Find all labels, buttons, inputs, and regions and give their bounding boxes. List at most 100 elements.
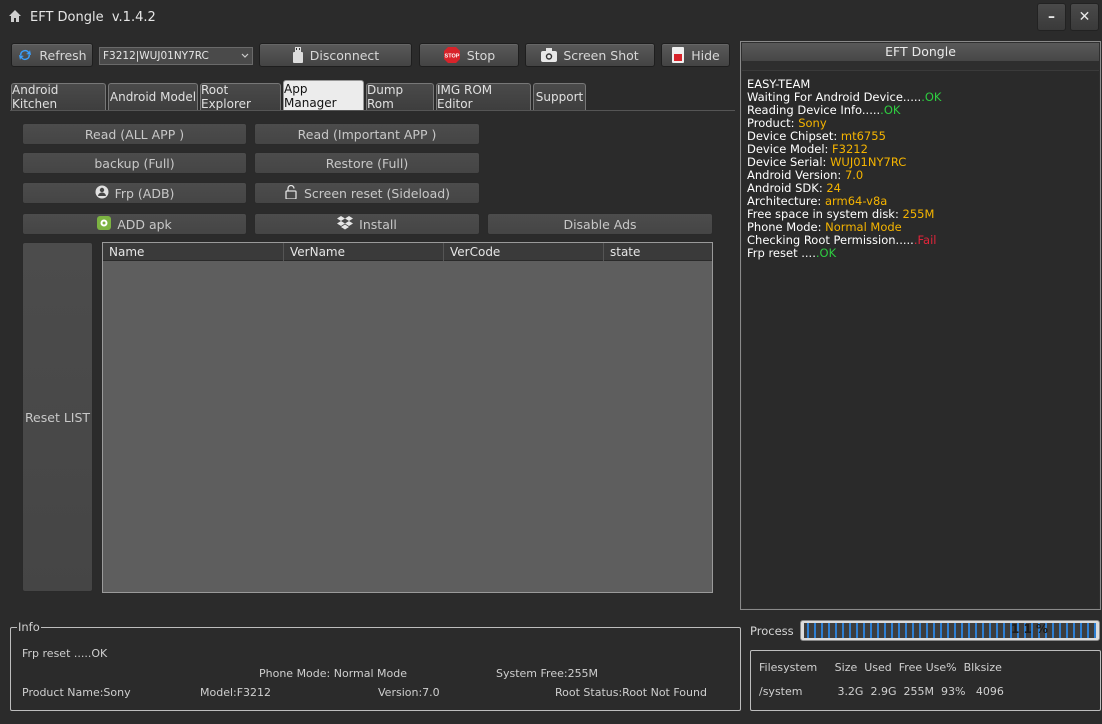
log-line-value: .OK <box>921 90 942 104</box>
info-system-free: System Free:255M <box>496 667 599 680</box>
stop-label: Stop <box>466 47 496 63</box>
log-line-text: Device Serial: <box>747 155 831 169</box>
frp-adb-button[interactable]: Frp (ADB) <box>22 182 247 204</box>
column-header-vername[interactable]: VerName <box>284 243 444 261</box>
backup-full-button[interactable]: backup (Full) <box>22 152 247 174</box>
log-line-text: Android Version: <box>747 168 845 182</box>
read-important-app-button[interactable]: Read (Important APP ) <box>254 123 480 145</box>
window-title: EFT Dongle v.1.4.2 <box>30 10 156 25</box>
log-panel-title: EFT Dongle <box>742 43 1099 61</box>
log-line-text: Product: <box>747 116 799 130</box>
usb-icon <box>292 47 304 63</box>
log-line-value: 7.0 <box>844 168 864 182</box>
close-button[interactable]: ✕ <box>1070 3 1099 31</box>
log-line-text: Device Chipset: <box>747 129 841 143</box>
app-table[interactable]: Name VerName VerCode state <box>102 242 713 593</box>
disable-ads-label: Disable Ads <box>563 216 637 232</box>
log-line-value: .OK <box>880 103 901 117</box>
info-model: Model:F3212 <box>200 686 272 699</box>
refresh-button[interactable]: Refresh <box>11 43 93 67</box>
process-percent: 1 1 % <box>1011 622 1049 636</box>
restore-full-label: Restore (Full) <box>325 155 409 171</box>
tab-support[interactable]: Support <box>533 83 586 110</box>
log-line-text: Waiting For Android Device..... <box>747 90 922 104</box>
add-apk-label: ADD apk <box>117 216 172 232</box>
info-root-status: Root Status:Root Not Found <box>555 686 707 699</box>
process-label: Process <box>750 624 794 638</box>
tab-dump-rom[interactable]: Dump Rom <box>366 83 434 111</box>
tab-label: Support <box>535 90 584 104</box>
hide-label: Hide <box>691 47 720 63</box>
tab-label: Android Model <box>109 90 197 104</box>
device-select-value: F3212|WUJ01NY7RC <box>103 50 209 62</box>
log-line-text: Phone Mode: <box>747 220 826 234</box>
tab-root-explorer[interactable]: Root Explorer <box>200 83 281 111</box>
info-phone-mode: Phone Mode: Normal Mode <box>259 667 408 680</box>
tab-label: Root Explorer <box>201 83 251 111</box>
log-panel: EFT Dongle EASY-TEAM Waiting For Android … <box>740 41 1101 610</box>
log-line-value: mt6755 <box>840 129 886 143</box>
minimize-button[interactable]: – <box>1037 3 1066 31</box>
log-output: EASY-TEAM Waiting For Android Device.....… <box>742 70 1099 608</box>
log-line: Frp reset .....OK <box>747 247 1094 260</box>
process-progress-fill <box>804 623 1096 638</box>
info-legend: Info <box>17 620 41 634</box>
read-all-app-label: Read (ALL APP ) <box>84 126 185 142</box>
disable-ads-button[interactable]: Disable Ads <box>487 213 713 235</box>
tab-img-rom-editor[interactable]: IMG ROM Editor <box>436 83 531 111</box>
column-header-vercode[interactable]: VerCode <box>444 243 604 261</box>
minimize-icon: – <box>1048 9 1055 25</box>
filesystem-header: Filesystem Size Used Free Use% Blksize <box>759 661 1002 674</box>
user-icon <box>95 185 109 202</box>
log-line-value: F3212 <box>832 142 868 156</box>
backup-full-label: backup (Full) <box>94 155 175 171</box>
add-apk-button[interactable]: ADD apk <box>22 213 247 235</box>
log-line-value: .Fail <box>913 233 937 247</box>
camera-icon <box>541 48 558 62</box>
device-select[interactable]: F3212|WUJ01NY7RC <box>99 47 253 65</box>
screen-reset-button[interactable]: Screen reset (Sideload) <box>254 182 480 204</box>
disconnect-label: Disconnect <box>309 47 380 63</box>
screen-reset-label: Screen reset (Sideload) <box>303 185 451 201</box>
log-line-text: Architecture: <box>747 194 825 208</box>
stop-icon: STOP <box>443 46 461 64</box>
screenshot-label: Screen Shot <box>563 47 639 63</box>
log-line-text: Reading Device Info..... <box>747 103 881 117</box>
unlock-icon <box>284 184 298 202</box>
log-line-text: Android SDK: <box>747 181 827 195</box>
disconnect-button[interactable]: Disconnect <box>259 43 412 67</box>
info-version: Version:7.0 <box>378 686 440 699</box>
log-line-value: arm64-v8a <box>824 194 888 208</box>
tab-android-model[interactable]: Android Model <box>108 83 198 110</box>
title-bar: EFT Dongle v.1.4.2 – ✕ <box>0 0 1102 34</box>
filesystem-row: /system 3.2G 2.9G 255M 93% 4096 <box>759 685 1004 698</box>
column-header-name[interactable]: Name <box>103 243 284 261</box>
tab-android-kitchen[interactable]: Android Kitchen <box>11 83 106 111</box>
log-line-value: WUJ01NY7RC <box>830 155 907 169</box>
tab-label: Dump Rom <box>367 83 404 111</box>
log-line-text: Device Model: <box>747 142 833 156</box>
info-product-name: Product Name:Sony <box>22 686 131 699</box>
log-line-value: 24 <box>826 181 841 195</box>
tab-divider <box>10 110 735 111</box>
stop-button[interactable]: STOP Stop <box>419 43 519 67</box>
filesystem-box <box>750 650 1101 711</box>
log-line-value: Normal Mode <box>825 220 902 234</box>
column-header-state[interactable]: state <box>604 243 712 261</box>
install-button[interactable]: Install <box>254 213 480 235</box>
refresh-label: Refresh <box>39 47 87 63</box>
read-all-app-button[interactable]: Read (ALL APP ) <box>22 123 247 145</box>
log-line-value: .OK <box>815 246 837 260</box>
hide-icon <box>671 47 685 63</box>
log-line-text: Checking Root Permission..... <box>747 233 914 247</box>
reset-list-button[interactable]: Reset LIST <box>22 242 93 592</box>
reset-list-label: Reset LIST <box>24 409 91 425</box>
screenshot-button[interactable]: Screen Shot <box>525 43 655 67</box>
stop-icon-text: STOP <box>444 54 459 60</box>
hide-button[interactable]: Hide <box>661 43 730 67</box>
tab-app-manager[interactable]: App Manager <box>283 80 364 110</box>
restore-full-button[interactable]: Restore (Full) <box>254 152 480 174</box>
tab-label: Android Kitchen <box>12 83 59 111</box>
info-frp-reset: Frp reset .....OK <box>22 647 108 660</box>
log-line-value: Sony <box>798 116 827 130</box>
